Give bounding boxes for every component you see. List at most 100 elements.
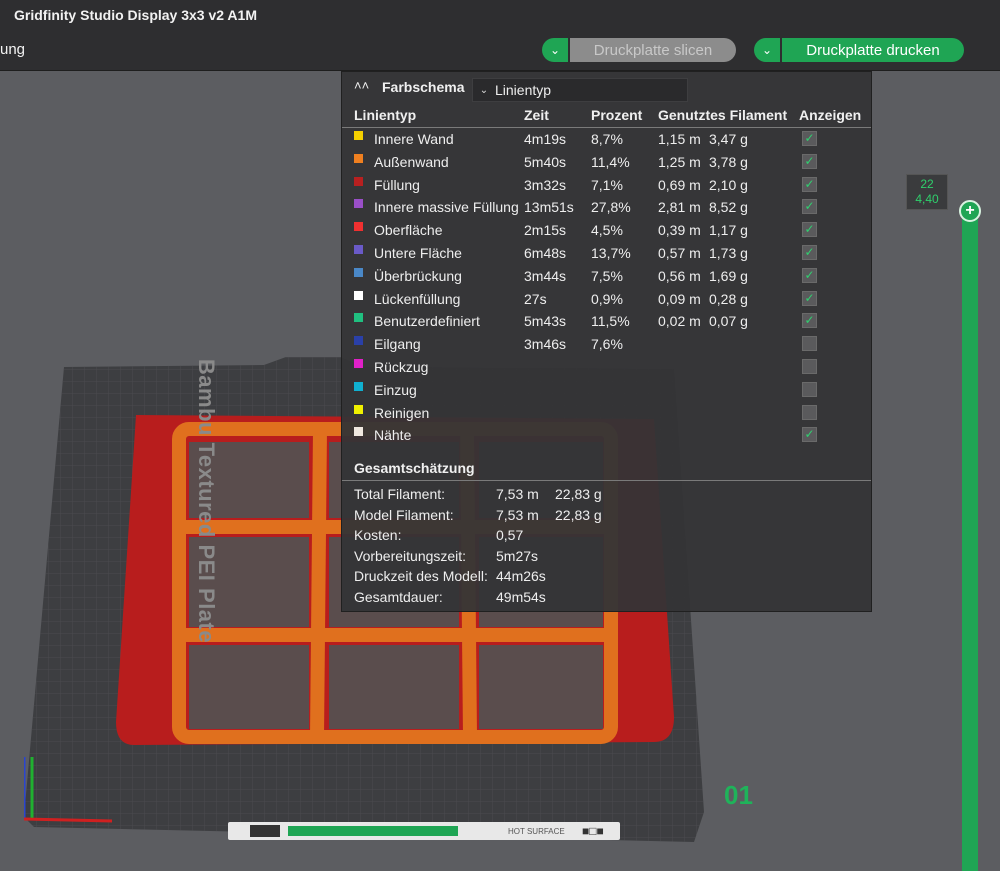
layer-slider-handle[interactable]: + [959,200,981,222]
print-plate-button[interactable]: Druckplatte drucken [782,38,964,62]
show-checkbox[interactable] [802,336,817,352]
legend-rows: Innere Wand 4m19s 8,7% 1,15 m 3,47 g ✓ Außenwa… [342,128,871,447]
summary-rows: Total Filament: 7,53 m 22,83 g Model Filame… [342,484,871,608]
line-type-name: Außenwand [374,153,449,170]
plate-label: Bambu Textured PEI Plate [194,358,220,644]
line-type-name: Benutzerdefiniert [374,313,480,330]
print-dropdown-button[interactable]: ⌄ [754,38,780,62]
line-type-weight: 3,47 g [709,131,748,147]
legend-row: Innere massive Füllung 13m51s 27,8% 2,81 m 8… [342,196,871,219]
legend-row: Nähte ✓ [342,424,871,447]
line-type-name: Oberfläche [374,222,443,239]
legend-row: Benutzerdefiniert 5m43s 11,5% 0,02 m 0,07 g ✓ [342,310,871,333]
show-checkbox[interactable] [802,358,817,374]
line-type-time: 3m44s [524,267,567,284]
line-type-time: 3m46s [524,336,567,353]
color-swatch [354,336,363,346]
summary-value: 7,53 m [496,506,539,523]
summary-row: Druckzeit des Modell: 44m26s [342,566,871,587]
show-checkbox[interactable]: ✓ [802,427,817,443]
show-checkbox[interactable]: ✓ [802,290,817,306]
line-type-weight: 1,73 g [709,244,748,261]
show-checkbox[interactable]: ✓ [802,244,817,260]
line-type-time: 13m51s [524,199,574,216]
color-swatch [354,358,363,368]
line-type-time: 27s [524,290,547,307]
header-type: Linientyp [354,107,417,123]
trash-icon: ■□■ [582,824,604,838]
show-checkbox[interactable] [802,404,817,420]
line-type-name: Innere massive Füllung [374,199,519,216]
line-type-name: Rückzug [374,358,429,375]
chevron-down-icon: ⌄ [479,84,489,96]
show-checkbox[interactable]: ✓ [802,267,817,283]
line-type-time: 2m15s [524,222,567,239]
summary-label: Kosten: [354,527,402,544]
plate-number: 01 [724,780,753,810]
color-swatch [354,267,363,277]
color-scheme-label: Farbschema [382,79,465,95]
collapse-up-icon[interactable]: ˄˄ [354,79,370,95]
show-checkbox[interactable]: ✓ [802,199,817,215]
slice-plate-button[interactable]: Druckplatte slicen [570,38,736,62]
layer-slider-track[interactable] [962,210,978,871]
plate-bottom-strip: HOT SURFACE ■□■ [228,822,620,840]
legend-row: Eilgang 3m46s 7,6% [342,333,871,356]
summary-divider [342,480,871,481]
summary-row: Vorbereitungszeit: 5m27s [342,546,871,567]
color-swatch [354,381,363,391]
summary-label: Gesamtdauer: [354,588,443,605]
show-checkbox[interactable]: ✓ [802,313,817,329]
summary-value: 49m54s [496,588,546,605]
summary-label: Model Filament: [354,506,454,523]
line-type-name: Nähte [374,427,412,444]
line-type-percent: 4,5% [591,222,623,239]
show-checkbox[interactable]: ✓ [802,153,817,169]
slice-dropdown-button[interactable]: ⌄ [542,38,568,62]
print-button-group: ⌄ Druckplatte drucken [754,38,964,62]
layer-number: 22 [920,177,934,191]
line-type-percent: 7,1% [591,176,623,193]
line-type-name: Füllung [374,176,420,193]
legend-row: Oberfläche 2m15s 4,5% 0,39 m 1,17 g ✓ [342,219,871,242]
color-swatch [354,427,363,437]
line-type-length: 0,69 m [658,176,701,193]
color-swatch [354,222,363,232]
chevron-down-icon: ⌄ [761,43,773,57]
show-checkbox[interactable]: ✓ [802,176,817,192]
line-type-percent: 0,9% [591,290,623,307]
hot-surface-label: HOT SURFACE [508,826,565,836]
header-percent: Prozent [591,107,643,123]
color-scheme-select[interactable]: ⌄ Linientyp [472,78,688,102]
line-type-name: Überbrückung [374,267,462,284]
line-type-name: Lückenfüllung [374,290,461,307]
line-type-weight: 1,69 g [709,267,748,284]
show-checkbox[interactable]: ✓ [802,131,817,146]
summary-value-2: 22,83 g [555,486,602,502]
slice-button-group: ⌄ Druckplatte slicen [542,38,736,62]
color-swatch [354,290,363,300]
line-type-name: Einzug [374,381,417,398]
color-swatch [354,176,363,186]
line-type-length: 1,25 m [658,153,701,170]
color-swatch [354,313,363,323]
color-swatch [354,131,363,140]
line-type-percent: 7,5% [591,267,623,284]
show-checkbox[interactable] [802,381,817,397]
legend-row: Reinigen [342,402,871,425]
tab-partial[interactable]: ung [0,41,25,58]
header-filament: Genutztes Filament [658,107,788,123]
summary-value-2: 22,83 g [555,506,602,523]
line-type-length: 2,81 m [658,199,701,216]
header-show: Anzeigen [799,107,862,123]
line-type-time: 5m43s [524,313,567,330]
legend-row: Überbrückung 3m44s 7,5% 0,56 m 1,69 g ✓ [342,265,871,288]
line-type-time: 4m19s [524,131,567,147]
line-type-length: 1,15 m [658,131,701,147]
line-type-length: 0,02 m [658,313,701,330]
line-type-length: 0,39 m [658,222,701,239]
legend-row: Außenwand 5m40s 11,4% 1,25 m 3,78 g ✓ [342,151,871,174]
line-type-weight: 3,78 g [709,153,748,170]
color-scheme-value: Linientyp [495,82,552,98]
show-checkbox[interactable]: ✓ [802,222,817,238]
